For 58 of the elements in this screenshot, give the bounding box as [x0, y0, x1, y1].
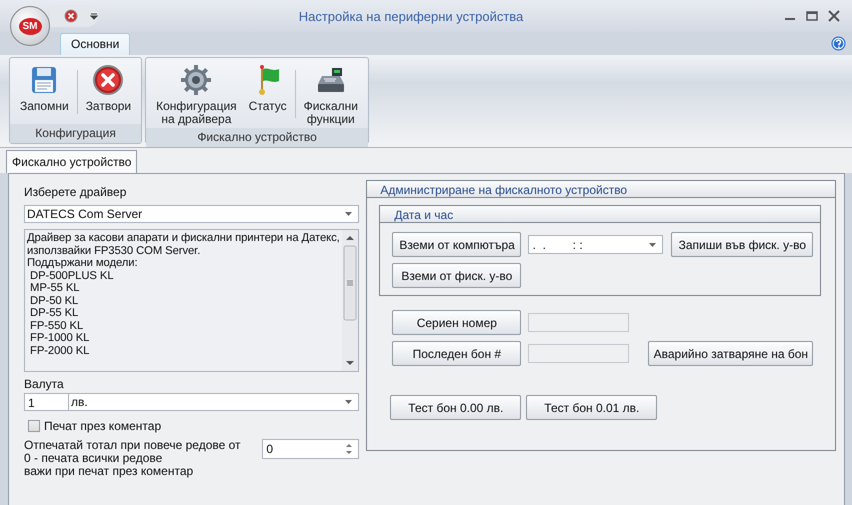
gear-icon — [180, 64, 212, 96]
window-title: Настройка на периферни устройства — [298, 8, 524, 24]
serial-number-field[interactable] — [528, 313, 630, 332]
maximize-icon[interactable] — [806, 10, 818, 22]
get-from-computer-button[interactable]: Вземи от компютъра — [392, 232, 522, 257]
scrollbar[interactable] — [342, 230, 358, 371]
description-line: FP-1000 KL — [29, 332, 90, 344]
ribbon-button[interactable]: Затвори — [80, 62, 138, 124]
checkbox-label: Печат през коментар — [44, 419, 162, 433]
app-logo[interactable]: SM — [10, 6, 50, 46]
caret-icon — [649, 242, 656, 246]
checkbox[interactable] — [28, 420, 40, 432]
description-box[interactable]: Драйвер за касови апарати и фискални принтери на Датекс, използвайки FP3530 COM Server. Поддържани модели: DP-500PLUS KL MP-55 KL DP-50 KL DP-55 KL FP-550 KL FP-1000 KL FP-2000 KL — [24, 229, 360, 372]
last-receipt-field[interactable] — [528, 344, 630, 363]
hint-text: важи при печат през коментар — [24, 465, 194, 478]
group-label: Фискално устройство — [146, 128, 368, 147]
test-receipt-button[interactable]: Тест бон 0.01 лв. — [526, 395, 658, 420]
field-label: Отпечатай тотал при повече редове от — [24, 439, 242, 452]
help-icon[interactable] — [831, 36, 846, 51]
description-line: DP-50 KL — [29, 294, 80, 307]
close-icon[interactable] — [828, 10, 840, 22]
rate-field[interactable]: 1 — [24, 393, 69, 411]
description-line: FP-2000 KL — [29, 344, 90, 357]
description-line: Поддържани модели: — [27, 257, 139, 270]
caret-icon — [345, 400, 352, 404]
description-line: DP-500PLUS KL — [29, 270, 115, 282]
emergency-close-button[interactable]: Аварийно затваряне на бон — [648, 341, 814, 366]
ribbon-button[interactable]: Фискални функции — [298, 62, 364, 128]
last-receipt-button[interactable]: Последен бон # — [392, 341, 522, 366]
description-line: използвайки FP3530 COM Server. — [27, 244, 202, 257]
description-line: FP-550 KL — [29, 320, 84, 332]
group-title: Администриране на фискалното устройство — [367, 181, 835, 198]
date-time-field[interactable]: . . : : — [528, 235, 664, 254]
write-to-device-button[interactable]: Запиши във фиск. у-во — [671, 232, 814, 257]
serial-number-button[interactable]: Сериен номер — [392, 310, 522, 335]
test-receipt-button[interactable]: Тест бон 0.00 лв. — [390, 395, 522, 420]
currency-dropdown[interactable]: лв. — [69, 393, 360, 411]
field-label: Изберете драйвер — [24, 184, 128, 200]
get-from-device-button[interactable]: Вземи от фиск. у-во — [392, 263, 522, 288]
description-line: Драйвер за касови апарати и фискални принтери на Датекс, — [27, 232, 340, 244]
field-label: Валута — [24, 376, 65, 392]
page-tab[interactable]: Фискално устройство — [6, 150, 138, 173]
description-line: MP-55 KL — [29, 282, 80, 294]
dropdown-icon[interactable] — [90, 12, 98, 20]
ribbon-button[interactable]: Статус — [242, 62, 293, 128]
description-line: DP-55 KL — [29, 307, 80, 320]
ribbon-tab[interactable]: Основни — [60, 33, 130, 55]
ribbon-button[interactable]: Конфигурация на драйвера — [150, 62, 243, 128]
group-title: Дата и час — [380, 206, 820, 223]
ribbon-button[interactable]: Запомни — [14, 62, 75, 124]
close-icon — [92, 64, 124, 96]
hint-text: 0 - печата всички редове — [24, 452, 164, 465]
spin-arrows-icon[interactable] — [344, 441, 354, 457]
close-icon[interactable] — [64, 9, 78, 23]
driver-dropdown[interactable]: DATECS Com Server — [24, 205, 360, 223]
group-label: Конфигурация — [10, 124, 142, 143]
caret-icon — [345, 212, 352, 216]
number-spinner[interactable]: 0 — [262, 439, 360, 459]
